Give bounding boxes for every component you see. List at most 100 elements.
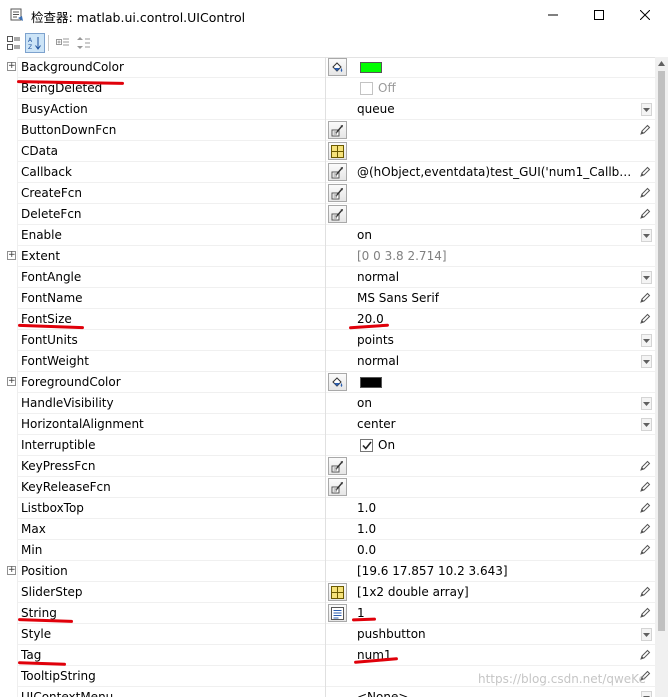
property-value[interactable]: queue <box>357 102 395 116</box>
pencil-edit-icon[interactable] <box>639 208 651 220</box>
color-swatch[interactable] <box>360 62 382 73</box>
property-row-keypressfcn[interactable]: KeyPressFcn <box>0 456 655 477</box>
column-divider[interactable] <box>325 267 326 288</box>
property-row-callback[interactable]: Callback @(hObject,eventdata)test_GUI('nu… <box>0 162 655 183</box>
column-divider[interactable] <box>325 477 326 498</box>
property-value[interactable]: 0.0 <box>357 543 376 557</box>
column-divider[interactable] <box>325 582 326 603</box>
expand-plus-icon[interactable]: + <box>7 566 16 575</box>
dropdown-arrow-icon[interactable] <box>641 229 652 242</box>
property-row-min[interactable]: Min 0.0 <box>0 540 655 561</box>
column-divider[interactable] <box>325 246 326 267</box>
vertical-scrollbar[interactable] <box>655 57 668 697</box>
column-divider[interactable] <box>325 99 326 120</box>
column-divider[interactable] <box>325 162 326 183</box>
property-value[interactable]: MS Sans Serif <box>357 291 439 305</box>
property-row-backgroundcolor[interactable]: + BackgroundColor <box>0 57 655 78</box>
property-row-cdata[interactable]: CData <box>0 141 655 162</box>
paint-bucket-button[interactable] <box>328 373 347 391</box>
property-value[interactable]: center <box>357 417 396 431</box>
column-divider[interactable] <box>325 498 326 519</box>
pencil-edit-icon[interactable] <box>639 292 651 304</box>
column-divider[interactable] <box>325 687 326 697</box>
property-row-interruptible[interactable]: Interruptible On <box>0 435 655 456</box>
property-row-fontname[interactable]: FontName MS Sans Serif <box>0 288 655 309</box>
property-row-position[interactable]: + Position [19.6 17.857 10.2 3.643] <box>0 561 655 582</box>
pencil-edit-icon[interactable] <box>639 166 651 178</box>
property-value[interactable]: <None> <box>357 690 408 697</box>
property-value[interactable]: normal <box>357 270 399 284</box>
property-value[interactable]: 1.0 <box>357 522 376 536</box>
property-checkbox[interactable] <box>360 439 373 452</box>
column-divider[interactable] <box>325 603 326 624</box>
column-divider[interactable] <box>325 330 326 351</box>
property-value[interactable]: on <box>357 228 372 242</box>
dropdown-arrow-icon[interactable] <box>641 355 652 368</box>
property-value[interactable]: [1x2 double array] <box>357 585 469 599</box>
function-handle-button[interactable] <box>328 184 347 202</box>
pencil-edit-icon[interactable] <box>639 124 651 136</box>
sort-alphabetical-icon[interactable]: A Z <box>25 33 45 53</box>
text-lines-button[interactable] <box>328 604 347 622</box>
dropdown-arrow-icon[interactable] <box>641 691 652 697</box>
maximize-button[interactable] <box>576 0 622 30</box>
pencil-edit-icon[interactable] <box>639 649 651 661</box>
pencil-edit-icon[interactable] <box>639 502 651 514</box>
column-divider[interactable] <box>325 351 326 372</box>
expand-plus-icon[interactable]: + <box>7 377 16 386</box>
column-divider[interactable] <box>325 540 326 561</box>
function-handle-button[interactable] <box>328 205 347 223</box>
column-divider[interactable] <box>325 120 326 141</box>
property-row-fontangle[interactable]: FontAngle normal <box>0 267 655 288</box>
column-divider[interactable] <box>325 57 326 78</box>
title-bar[interactable]: 检查器: matlab.ui.control.UIControl <box>0 0 668 30</box>
property-row-createfcn[interactable]: CreateFcn <box>0 183 655 204</box>
pencil-edit-icon[interactable] <box>639 586 651 598</box>
property-row-max[interactable]: Max 1.0 <box>0 519 655 540</box>
column-divider[interactable] <box>325 435 326 456</box>
property-row-handlevisibility[interactable]: HandleVisibility on <box>0 393 655 414</box>
function-handle-button[interactable] <box>328 163 347 181</box>
property-value[interactable]: [0 0 3.8 2.714] <box>357 249 447 263</box>
column-divider[interactable] <box>325 414 326 435</box>
collapse-all-icon[interactable] <box>74 33 94 53</box>
matrix-grid-button[interactable] <box>328 142 347 160</box>
column-divider[interactable] <box>325 309 326 330</box>
property-row-deletefcn[interactable]: DeleteFcn <box>0 204 655 225</box>
property-row-busyaction[interactable]: BusyAction queue <box>0 99 655 120</box>
column-divider[interactable] <box>325 141 326 162</box>
dropdown-arrow-icon[interactable] <box>641 628 652 641</box>
pencil-edit-icon[interactable] <box>639 544 651 556</box>
expand-all-icon[interactable] <box>53 33 73 53</box>
property-value[interactable]: points <box>357 333 394 347</box>
dropdown-arrow-icon[interactable] <box>641 397 652 410</box>
column-divider[interactable] <box>325 225 326 246</box>
column-divider[interactable] <box>325 561 326 582</box>
pencil-edit-icon[interactable] <box>639 313 651 325</box>
pencil-edit-icon[interactable] <box>639 481 651 493</box>
property-row-extent[interactable]: + Extent [0 0 3.8 2.714] <box>0 246 655 267</box>
pencil-edit-icon[interactable] <box>639 460 651 472</box>
pencil-edit-icon[interactable] <box>639 523 651 535</box>
property-row-buttondownfcn[interactable]: ButtonDownFcn <box>0 120 655 141</box>
categorized-view-icon[interactable] <box>4 33 24 53</box>
property-row-fontsize[interactable]: FontSize 20.0 <box>0 309 655 330</box>
property-row-enable[interactable]: Enable on <box>0 225 655 246</box>
column-divider[interactable] <box>325 624 326 645</box>
column-divider[interactable] <box>325 456 326 477</box>
dropdown-arrow-icon[interactable] <box>641 103 652 116</box>
expand-plus-icon[interactable]: + <box>7 251 16 260</box>
column-divider[interactable] <box>325 288 326 309</box>
scroll-up-arrow-icon[interactable] <box>655 57 668 70</box>
property-row-sliderstep[interactable]: SliderStep [1x2 double array] <box>0 582 655 603</box>
property-row-horizontalalignment[interactable]: HorizontalAlignment center <box>0 414 655 435</box>
dropdown-arrow-icon[interactable] <box>641 271 652 284</box>
property-row-uicontextmenu[interactable]: UIContextMenu <None> <box>0 687 655 697</box>
column-divider[interactable] <box>325 645 326 666</box>
property-row-keyreleasefcn[interactable]: KeyReleaseFcn <box>0 477 655 498</box>
column-divider[interactable] <box>325 666 326 687</box>
matrix-grid-button[interactable] <box>328 583 347 601</box>
function-handle-button[interactable] <box>328 478 347 496</box>
column-divider[interactable] <box>325 78 326 99</box>
property-row-fontunits[interactable]: FontUnits points <box>0 330 655 351</box>
